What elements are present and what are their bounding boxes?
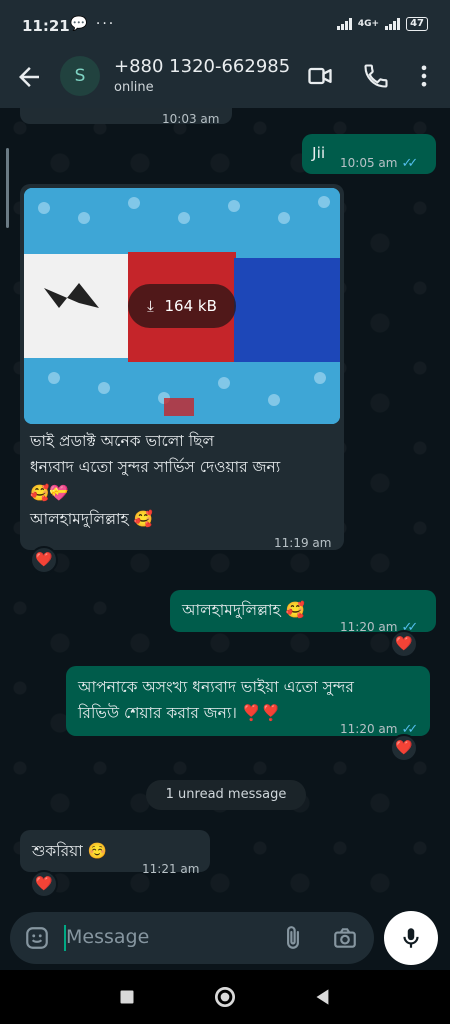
- recents-icon[interactable]: [114, 984, 140, 1010]
- reaction-heart[interactable]: ❤️: [390, 734, 418, 762]
- message-text: আলহামদুলিল্লাহ 🥰: [182, 601, 305, 619]
- chat-area[interactable]: 01751871788 10:03 am Jii 10:05 am✓✓ ⤓: [0, 108, 450, 908]
- message-input-container[interactable]: Message: [10, 912, 374, 964]
- message-outgoing[interactable]: আলহামদুলিল্লাহ 🥰 11:20 am ✓✓: [170, 590, 436, 635]
- reaction-heart[interactable]: ❤️: [30, 870, 58, 898]
- message-input[interactable]: Message: [66, 926, 149, 948]
- message-time: 11:20 am: [340, 722, 398, 736]
- read-ticks-icon: ✓✓: [401, 156, 418, 171]
- mic-icon: [403, 928, 419, 948]
- message-time: 10:05 am: [340, 156, 398, 170]
- message-line: আলহামদুলিল্লাহ 🥰: [30, 510, 153, 528]
- message-line: রিভিউ শেয়ার করার জন্য। ❣️❣️: [78, 704, 281, 722]
- message-text: 01751871788: [32, 108, 140, 112]
- message-line: ধন্যবাদ এতো সুন্দর সার্ভিস দেওয়ার জন্য: [30, 458, 281, 476]
- message-time: 11:20 am: [340, 620, 398, 634]
- home-icon[interactable]: [212, 984, 238, 1010]
- image-thumbnail[interactable]: ⤓ 164 kB: [24, 188, 340, 424]
- message-outgoing[interactable]: আপনাকে অসংখ্য ধন্যবাদ ভাইয়া এতো সুন্দর …: [66, 666, 430, 737]
- message-incoming[interactable]: শুকরিয়া ☺️ 11:21 am: [20, 830, 210, 876]
- voice-message-button[interactable]: [384, 911, 438, 965]
- contact-status: online: [114, 80, 154, 95]
- message-line: 🥰💝: [30, 484, 69, 502]
- message-incoming[interactable]: 01751871788 10:03 am: [20, 108, 232, 126]
- download-icon: ⤓: [147, 297, 154, 315]
- system-nav-bar: [0, 970, 450, 1024]
- composer: Message: [0, 908, 450, 970]
- notification-icons: 💬 ···: [70, 16, 116, 32]
- scrollbar[interactable]: [6, 148, 9, 228]
- message-time: 11:21 am: [142, 862, 200, 876]
- message-text-block: ভাই প্রডাক্ট অনেক ভালো ছিল ধন্যবাদ এতো স…: [30, 428, 340, 532]
- message-line: ভাই প্রডাক্ট অনেক ভালো ছিল: [30, 432, 215, 450]
- status-right: 4G+ 47: [336, 17, 428, 31]
- message-incoming-image[interactable]: ⤓ 164 kB ভাই প্রডাক্ট অনেক ভালো ছিল ধন্য…: [20, 184, 344, 550]
- message-line: আপনাকে অসংখ্য ধন্যবাদ ভাইয়া এতো সুন্দর: [78, 678, 354, 696]
- attach-icon[interactable]: [280, 925, 306, 951]
- video-call-icon[interactable]: [306, 62, 334, 90]
- contact-name[interactable]: +880 1320-662985: [114, 56, 290, 77]
- status-bar: 11:21 💬 ··· 4G+ 47: [0, 0, 450, 52]
- network-type: 4G+: [357, 19, 380, 29]
- signal-2-icon: [385, 18, 401, 30]
- chat-header: S +880 1320-662985 online: [0, 52, 450, 108]
- message-time: 10:03 am: [162, 112, 220, 126]
- back-arrow-icon[interactable]: [14, 62, 44, 92]
- message-time: 11:19 am: [274, 536, 332, 550]
- download-button[interactable]: ⤓ 164 kB: [128, 284, 236, 328]
- message-text: শুকরিয়া ☺️: [32, 842, 107, 860]
- status-time: 11:21: [22, 17, 70, 35]
- message-text: Jii: [312, 144, 326, 162]
- battery-icon: 47: [406, 17, 428, 31]
- more-options-icon[interactable]: [410, 62, 438, 90]
- signal-icon: [336, 18, 352, 30]
- message-meta: 10:05 am ✓✓: [340, 150, 418, 177]
- voice-call-icon[interactable]: [362, 62, 390, 90]
- reaction-heart[interactable]: ❤️: [30, 546, 58, 574]
- message-text-block: আপনাকে অসংখ্য ধন্যবাদ ভাইয়া এতো সুন্দর …: [78, 674, 354, 726]
- reaction-heart[interactable]: ❤️: [390, 630, 418, 658]
- unread-divider: 1 unread message: [146, 780, 306, 810]
- download-size: 164 kB: [164, 297, 217, 315]
- sticker-icon[interactable]: [24, 925, 50, 951]
- back-icon[interactable]: [310, 984, 336, 1010]
- camera-icon[interactable]: [332, 925, 358, 951]
- avatar[interactable]: S: [60, 56, 100, 96]
- message-outgoing[interactable]: Jii 10:05 am ✓✓: [302, 134, 436, 174]
